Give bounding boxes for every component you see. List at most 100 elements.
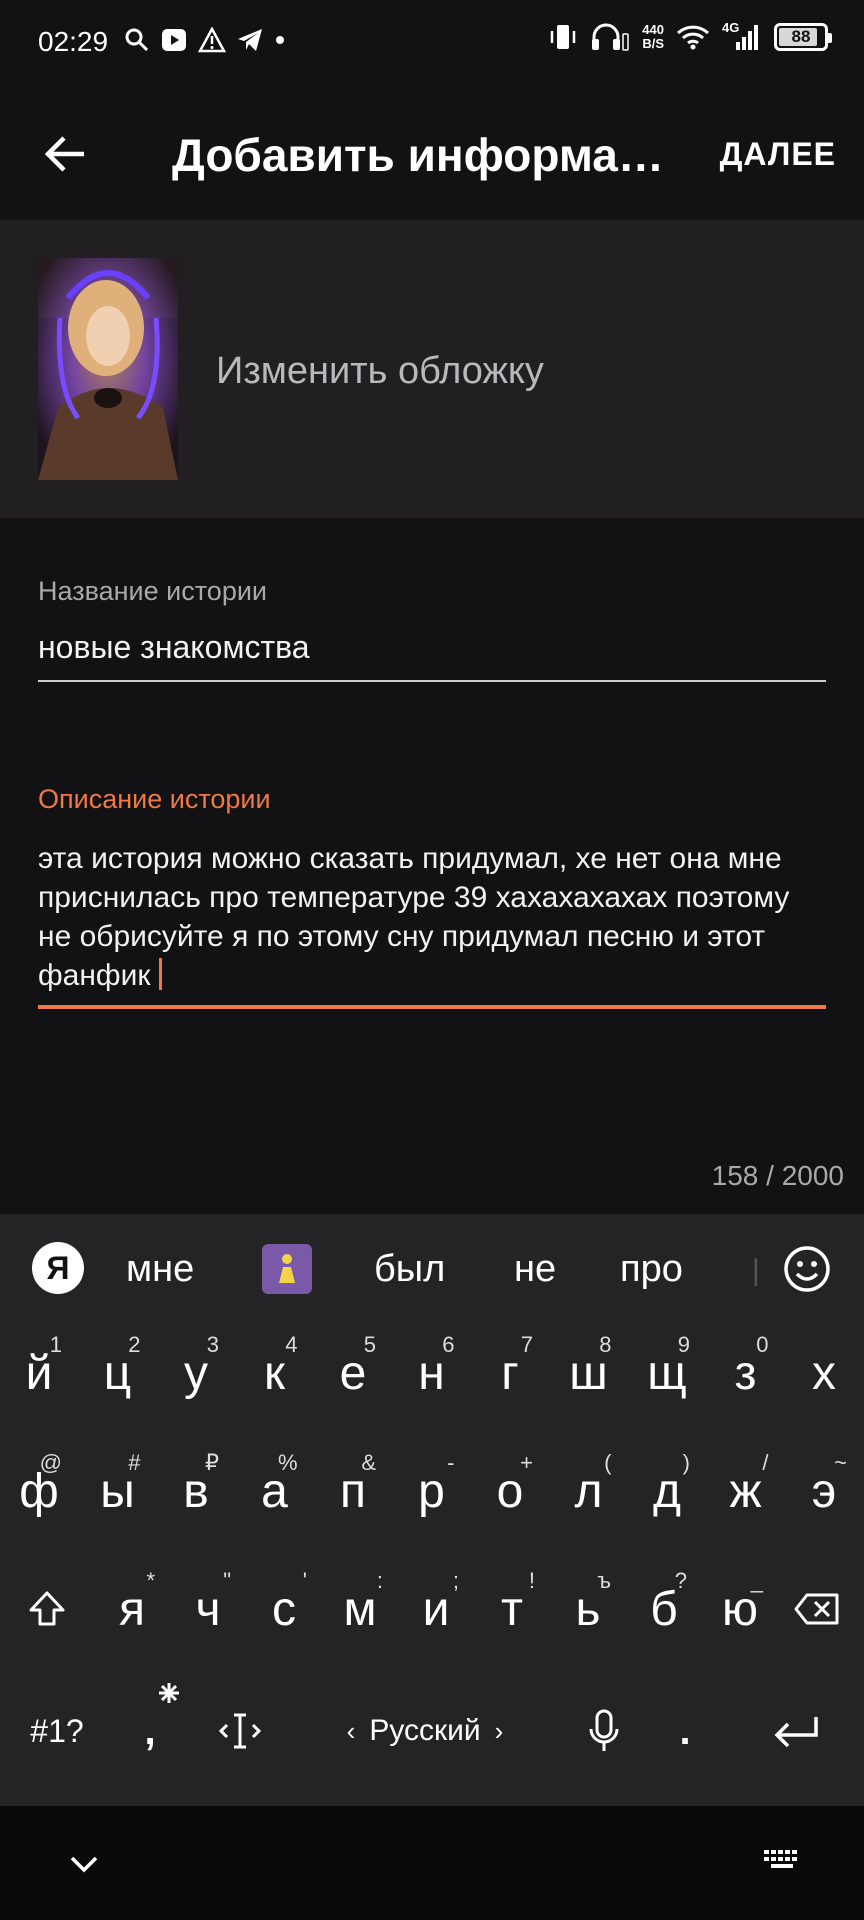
key-hint: 8 (599, 1332, 612, 1357)
microphone-icon (589, 1709, 619, 1751)
emoji-suggestion[interactable] (262, 1244, 312, 1294)
letter-key[interactable]: ьъ (549, 1550, 627, 1668)
backspace-icon (794, 1593, 839, 1625)
letter-key[interactable]: в ₽ (157, 1432, 235, 1550)
headphones-icon (592, 23, 630, 51)
key-hint: * (146, 1568, 155, 1593)
cursor-move-key[interactable] (200, 1672, 280, 1790)
change-cover-button[interactable]: Изменить обложку (216, 350, 544, 393)
letter-key[interactable]: г7 (471, 1314, 549, 1432)
letter-key[interactable]: щ9 (628, 1314, 706, 1432)
letter-key[interactable]: р- (393, 1432, 471, 1550)
notification-icons (124, 26, 286, 54)
suggestion-item[interactable]: мне (126, 1248, 194, 1291)
letter-key[interactable]: ы # (79, 1432, 157, 1550)
letter-key[interactable]: б? (625, 1550, 703, 1668)
shift-icon (29, 1591, 65, 1626)
letter-key[interactable]: д) (628, 1432, 706, 1550)
letter-key[interactable]: п & (314, 1432, 392, 1550)
key-hint: ! (528, 1568, 535, 1593)
warning-icon (198, 27, 226, 53)
story-title-field[interactable]: Название истории новые знакомства (38, 576, 826, 682)
dot-icon (276, 36, 284, 44)
key-hint: _ (750, 1568, 763, 1593)
character-counter: 158 / 2000 (711, 1160, 844, 1191)
language-label: Русский (369, 1714, 481, 1747)
person-praying-icon (279, 1254, 295, 1283)
suggestion-item[interactable]: был (374, 1248, 445, 1291)
letter-key[interactable]: й1 (0, 1314, 78, 1432)
letter-key[interactable]: а% (236, 1432, 314, 1550)
letter-key[interactable]: х (785, 1314, 863, 1432)
letter-key[interactable]: ю _ (701, 1550, 779, 1668)
letter-key[interactable]: и; (397, 1550, 475, 1668)
story-description-input[interactable]: эта история можно сказать придумал, хе н… (38, 839, 826, 995)
key-label: я (119, 1582, 145, 1636)
suggestion-item[interactable]: не (514, 1248, 556, 1291)
letter-key[interactable]: м: (321, 1550, 399, 1668)
letter-key[interactable]: л( (550, 1432, 628, 1550)
suggestion-item[interactable]: про (620, 1248, 683, 1291)
keyboard-switch-button[interactable] (762, 1846, 802, 1878)
description-text: эта история можно сказать придумал, хе н… (38, 842, 790, 992)
key-hint: % (277, 1450, 298, 1475)
key-hint: 9 (677, 1332, 690, 1357)
app-bar: Добавить информац... ДАЛЕЕ (0, 88, 864, 220)
key-label: х (812, 1346, 836, 1400)
vibrate-icon (551, 25, 576, 49)
key-hint: : (376, 1568, 383, 1593)
letter-key[interactable]: т! (473, 1550, 551, 1668)
key-hint: @ (39, 1450, 62, 1475)
letter-key[interactable]: у3 (157, 1314, 235, 1432)
letter-key[interactable]: ш8 (550, 1314, 628, 1432)
letter-key[interactable]: с ' (245, 1550, 323, 1668)
voice-input-key[interactable] (564, 1672, 644, 1790)
letter-key[interactable]: э ~ (785, 1432, 863, 1550)
key-label: ж (729, 1464, 762, 1518)
letter-key[interactable]: з0 (707, 1314, 785, 1432)
suggestion-bar: Я мне был не про | (0, 1214, 864, 1314)
story-description-field[interactable]: Описание истории эта история можно сказа… (38, 784, 826, 1009)
symbols-key[interactable]: #1? (14, 1672, 100, 1790)
backspace-key[interactable] (778, 1550, 856, 1668)
letter-key[interactable]: я * (93, 1550, 171, 1668)
keyboard-icon (764, 1850, 797, 1868)
letter-key[interactable]: ч " (169, 1550, 247, 1668)
enter-key[interactable] (752, 1672, 842, 1790)
cover-image[interactable] (38, 258, 178, 480)
text-cursor (158, 958, 162, 990)
story-title-label: Название истории (38, 576, 267, 606)
story-title-input[interactable]: новые знакомства (38, 629, 826, 666)
spacebar[interactable]: ‹ Русский › (300, 1672, 550, 1790)
comma-key[interactable]: , (110, 1672, 190, 1790)
telegram-icon (238, 29, 262, 51)
chevron-right-icon: › (494, 1715, 504, 1746)
letter-key[interactable]: ж / (707, 1432, 785, 1550)
story-description-label: Описание истории (38, 784, 271, 814)
key-label: м (343, 1582, 377, 1636)
key-row-2: ф @ ы # в ₽ а% п & р - о + л(д) ж / э ~ (0, 1432, 864, 1550)
enter-icon (774, 1717, 818, 1748)
key-hint: 6 (442, 1332, 455, 1357)
story-title-underline (38, 680, 826, 682)
cover-section[interactable]: Изменить обложку (0, 220, 864, 518)
shift-key[interactable] (8, 1550, 86, 1668)
key-label: з (734, 1346, 757, 1400)
letter-key[interactable]: ц2 (79, 1314, 157, 1432)
period-key[interactable]: . (650, 1672, 720, 1790)
text-cursor-icon (218, 1713, 262, 1749)
letter-key[interactable]: е5 (314, 1314, 392, 1432)
hide-keyboard-button[interactable] (66, 1846, 102, 1882)
key-label: д (652, 1464, 681, 1518)
letter-key[interactable]: к4 (236, 1314, 314, 1432)
letter-key[interactable]: о + (471, 1432, 549, 1550)
emoji-button[interactable] (782, 1244, 832, 1294)
yandex-logo-button[interactable]: Я (32, 1242, 84, 1294)
key-row-3: я * ч " с ' м: и; т! ь ъ б? ю _ (0, 1550, 864, 1668)
letter-key[interactable]: ф @ (0, 1432, 78, 1550)
back-button[interactable] (40, 128, 92, 180)
letter-key[interactable]: н6 (393, 1314, 471, 1432)
key-hint: " (223, 1568, 231, 1593)
signal-icon (736, 25, 758, 50)
next-button[interactable]: ДАЛЕЕ (720, 136, 836, 173)
